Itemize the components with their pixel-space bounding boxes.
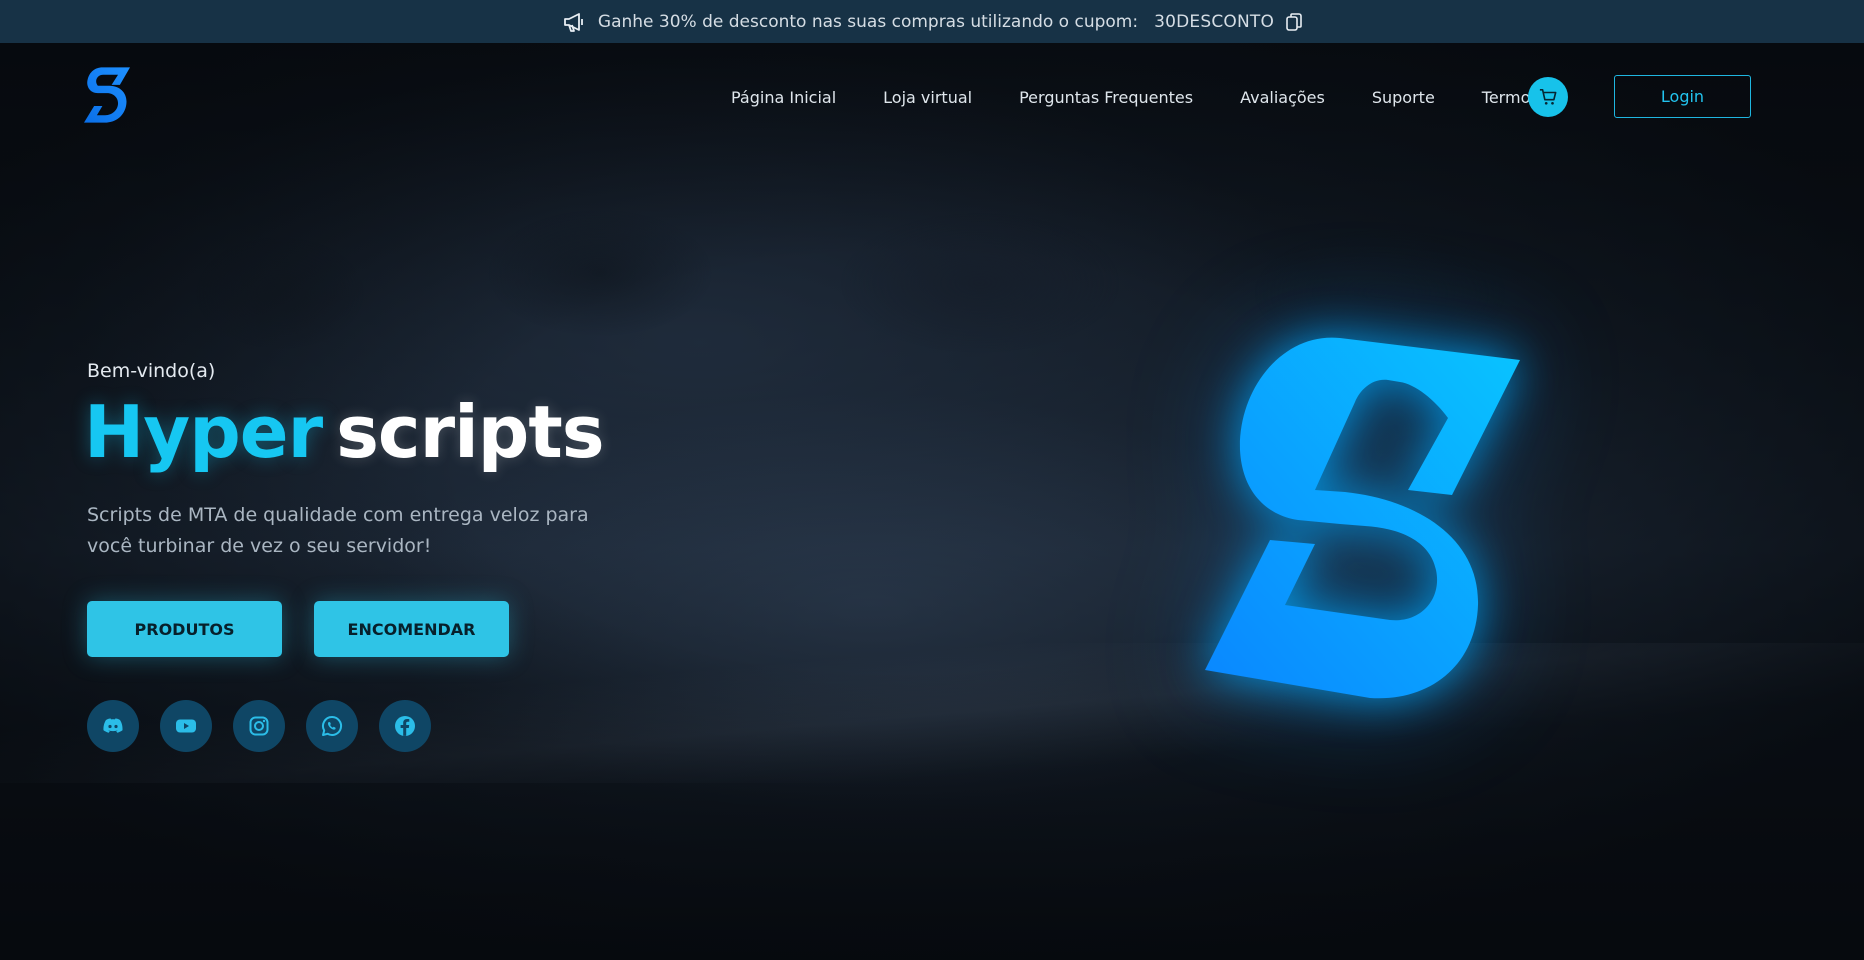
cart-button[interactable] <box>1528 77 1568 117</box>
nav-link-faq[interactable]: Perguntas Frequentes <box>1019 88 1193 107</box>
welcome-text: Bem-vindo(a) <box>87 360 216 382</box>
nav-link-store[interactable]: Loja virtual <box>883 88 972 107</box>
cart-icon <box>1539 88 1557 105</box>
facebook-icon[interactable] <box>379 700 431 752</box>
whatsapp-icon[interactable] <box>306 700 358 752</box>
hyper-scripts-logo[interactable] <box>84 67 130 123</box>
subtitle-line-1: Scripts de MTA de qualidade com entrega … <box>87 504 589 526</box>
instagram-icon[interactable] <box>233 700 285 752</box>
announcement-bar: Ganhe 30% de desconto nas suas compras u… <box>0 0 1864 43</box>
nav-link-support[interactable]: Suporte <box>1372 88 1435 107</box>
login-button[interactable]: Login <box>1614 75 1751 118</box>
page-title: Hyper scripts <box>84 390 605 474</box>
social-links <box>87 700 431 752</box>
title-hyper: Hyper <box>84 390 323 474</box>
subtitle-line-2: você turbinar de vez o seu servidor! <box>87 535 432 557</box>
copy-icon[interactable] <box>1286 12 1302 31</box>
megaphone-icon <box>562 11 586 33</box>
youtube-icon[interactable] <box>160 700 212 752</box>
coupon-code: 30DESCONTO <box>1154 11 1275 32</box>
hero-subtitle: Scripts de MTA de qualidade com entrega … <box>87 500 607 562</box>
products-button[interactable]: PRODUTOS <box>87 601 282 657</box>
main-header: Página Inicial Loja virtual Perguntas Fr… <box>0 43 1864 151</box>
nav-link-reviews[interactable]: Avaliações <box>1240 88 1325 107</box>
announcement-text: Ganhe 30% de desconto nas suas compras u… <box>597 11 1139 32</box>
discord-icon[interactable] <box>87 700 139 752</box>
hero-logo-emblem <box>1190 330 1540 705</box>
title-scripts: scripts <box>336 390 605 474</box>
order-button[interactable]: ENCOMENDAR <box>314 601 509 657</box>
nav-links: Página Inicial Loja virtual Perguntas Fr… <box>731 43 1539 151</box>
nav-link-home[interactable]: Página Inicial <box>731 88 836 107</box>
